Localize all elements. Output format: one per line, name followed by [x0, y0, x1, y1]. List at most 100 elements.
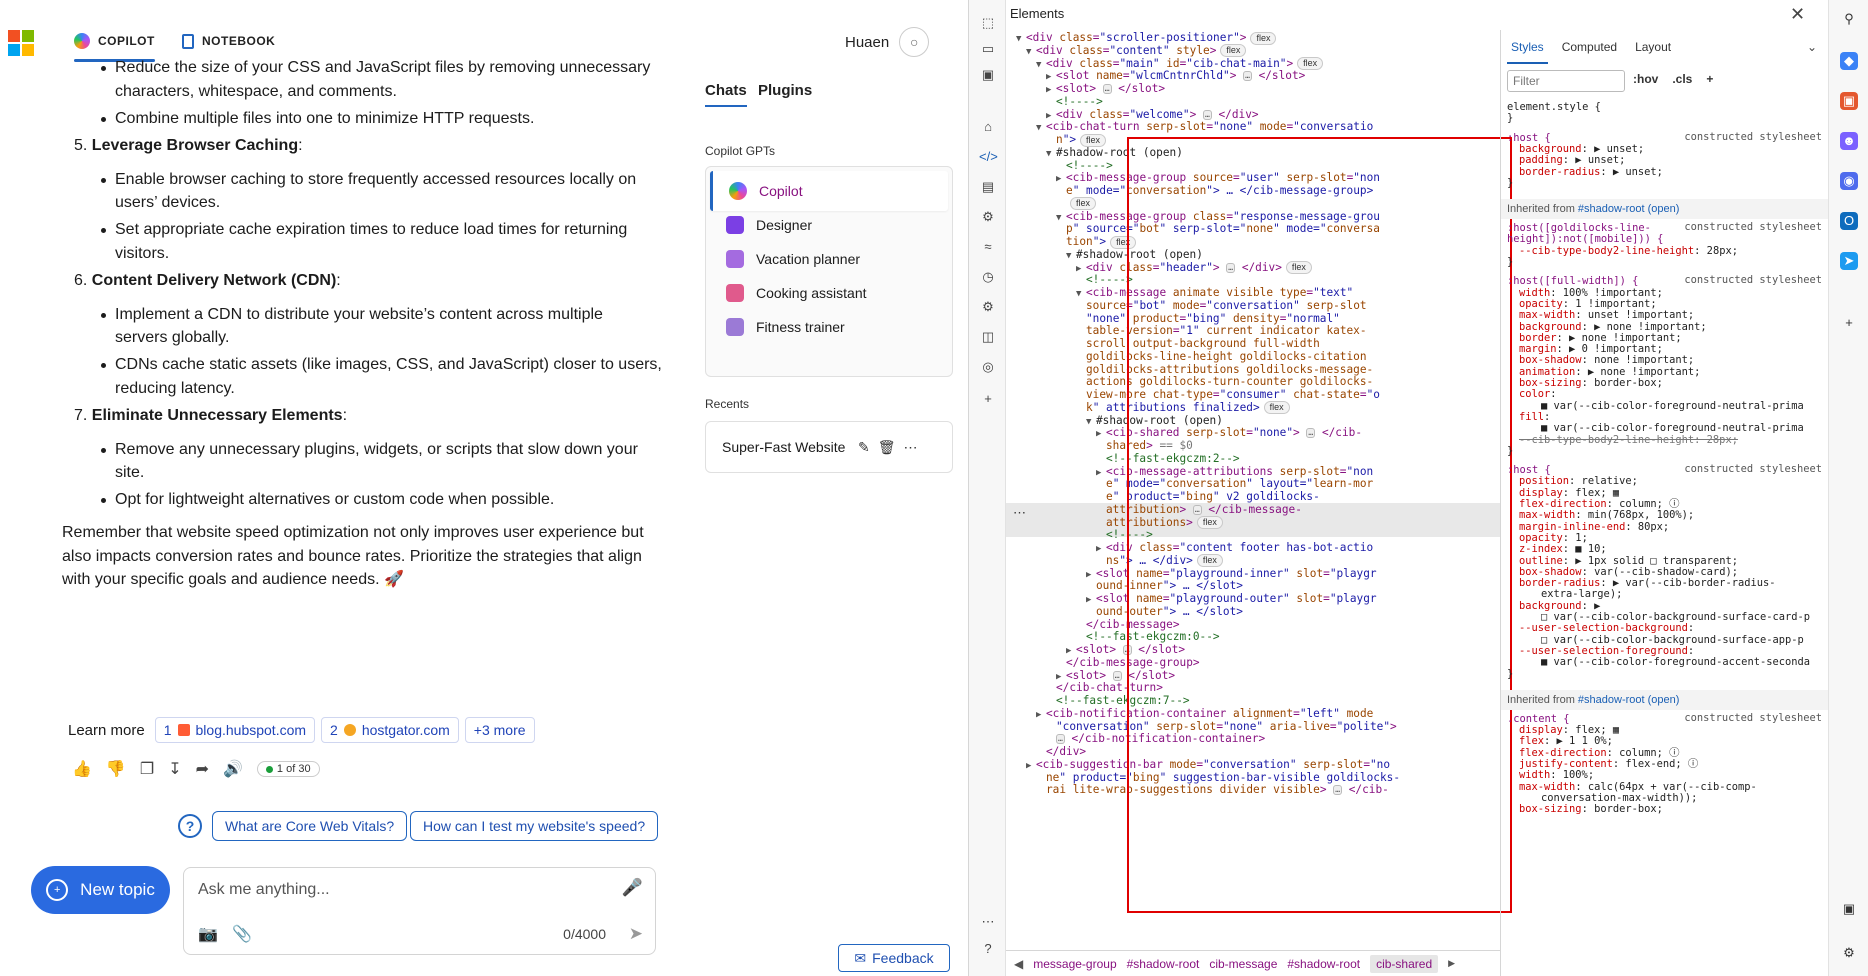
expanded-arrow-icon[interactable]: ▼: [1086, 415, 1096, 430]
more-options-icon[interactable]: ⋯: [904, 439, 918, 456]
expanded-arrow-icon[interactable]: ▼: [1026, 45, 1036, 60]
class-toggle[interactable]: .cls: [1672, 72, 1692, 86]
copy-icon[interactable]: ❐: [140, 759, 154, 779]
debugger-icon[interactable]: ⚙: [979, 208, 997, 226]
stylesheet-source[interactable]: constructed stylesheet: [1684, 221, 1822, 233]
collapsed-arrow-icon[interactable]: ▶: [1036, 708, 1046, 723]
tab-notebook[interactable]: NOTEBOOK: [182, 26, 275, 56]
copilot-sidebar-icon[interactable]: ◆: [1840, 52, 1858, 70]
css-declaration[interactable]: border-radius: ▶ unset;: [1519, 165, 1663, 179]
stylesheet-source[interactable]: constructed stylesheet: [1684, 274, 1822, 286]
breadcrumb-item[interactable]: #shadow-root: [1287, 957, 1360, 971]
device-toolbar-icon[interactable]: ▭: [979, 40, 997, 58]
inherited-node-link[interactable]: #shadow-root (open): [1578, 203, 1680, 215]
breadcrumb-item[interactable]: cib-message: [1209, 957, 1277, 971]
stylesheet-source[interactable]: constructed stylesheet: [1684, 131, 1822, 143]
security-icon[interactable]: ◎: [979, 358, 997, 376]
new-topic-button[interactable]: + New topic: [31, 866, 170, 914]
screenshot-icon[interactable]: ▣: [1840, 900, 1858, 918]
css-declaration[interactable]: --cib-type-body2-line-height: 28px;: [1519, 433, 1738, 447]
list-heading: 5. Leverage Browser Caching:: [68, 132, 303, 160]
chevron-down-icon[interactable]: ⌄: [1807, 40, 1817, 54]
breadcrumb-left-arrow-icon[interactable]: ◀: [1014, 957, 1023, 971]
application-icon[interactable]: ◫: [979, 328, 997, 346]
suggestion-chip-1[interactable]: What are Core Web Vitals?: [212, 811, 408, 841]
tab-layout[interactable]: Layout: [1635, 40, 1671, 54]
thumbs-up-icon[interactable]: 👍: [72, 759, 92, 779]
css-declaration[interactable]: ■ var(--cib-color-foreground-accent-seco…: [1541, 655, 1810, 669]
css-declaration[interactable]: ■ var(--cib-color-foreground-neutral-pri…: [1541, 399, 1804, 413]
flex-badge[interactable]: flex: [1250, 31, 1277, 45]
games-icon[interactable]: ◉: [1840, 172, 1858, 190]
more-tools-icon[interactable]: ⋯: [979, 913, 997, 931]
shopping-icon[interactable]: ▣: [1840, 92, 1858, 110]
tab-copilot[interactable]: COPILOT: [74, 26, 155, 62]
share-icon[interactable]: ➦: [196, 759, 209, 779]
tab-styles[interactable]: Styles: [1507, 40, 1548, 64]
send-icon[interactable]: ➤: [629, 924, 643, 944]
inherited-node-link[interactable]: #shadow-root (open): [1578, 694, 1680, 706]
breadcrumb-right-arrow-icon[interactable]: ▶: [1448, 958, 1455, 969]
user-menu[interactable]: Huaen ○: [845, 27, 930, 57]
expanded-arrow-icon[interactable]: ▼: [1066, 249, 1076, 264]
settings-gear-icon[interactable]: ⚙: [979, 298, 997, 316]
telegram-icon[interactable]: ➤: [1840, 252, 1858, 270]
edit-icon[interactable]: ✎: [858, 439, 870, 456]
sidebar-settings-icon[interactable]: ⚙: [1840, 944, 1858, 962]
more-citations-button[interactable]: +3 more: [464, 717, 535, 743]
css-declaration[interactable]: --cib-type-body2-line-height: 28px;: [1519, 244, 1738, 258]
tools-icon[interactable]: ☻: [1840, 132, 1858, 150]
read-aloud-icon[interactable]: 🔊: [223, 759, 243, 779]
recent-chat-item[interactable]: Super-Fast Website ✎ 🗑 ⋯: [705, 421, 953, 473]
help-icon[interactable]: ?: [979, 940, 997, 958]
chat-input-placeholder[interactable]: Ask me anything...: [198, 881, 330, 899]
gpt-item-fitness-trainer[interactable]: Fitness trainer: [710, 307, 948, 347]
expanded-arrow-icon[interactable]: ▼: [1036, 121, 1046, 136]
attach-icon[interactable]: 📎: [232, 924, 252, 944]
citation-number: 1: [163, 722, 172, 738]
dock-icon[interactable]: ▣: [979, 66, 997, 84]
suggestion-chip-2[interactable]: How can I test my website's speed?: [410, 811, 659, 841]
breadcrumb-item[interactable]: cib-shared: [1370, 954, 1439, 973]
microphone-icon[interactable]: 🎤: [622, 878, 643, 898]
expanded-arrow-icon[interactable]: ▼: [1046, 147, 1056, 162]
network-icon[interactable]: ≈: [979, 238, 997, 256]
search-icon[interactable]: ⚲: [1840, 10, 1858, 28]
gpt-name: Fitness trainer: [756, 319, 845, 335]
node-menu-icon[interactable]: ⋯: [1013, 505, 1026, 521]
download-icon[interactable]: ↧: [168, 759, 181, 779]
chat-input-box[interactable]: Ask me anything... 🎤 📷 📎 0/4000 ➤: [183, 867, 656, 955]
expanded-arrow-icon[interactable]: ▼: [1036, 58, 1046, 73]
tab-computed[interactable]: Computed: [1562, 40, 1617, 54]
thumbs-down-icon[interactable]: 👎: [106, 759, 126, 779]
tab-plugins[interactable]: Plugins: [758, 82, 812, 99]
list-heading-suffix: :: [342, 406, 348, 424]
welcome-home-icon[interactable]: ⌂: [979, 118, 997, 136]
breadcrumb-item[interactable]: #shadow-root: [1127, 957, 1200, 971]
expanded-arrow-icon[interactable]: ▼: [1016, 32, 1026, 47]
image-upload-icon[interactable]: 📷: [198, 924, 218, 944]
outlook-icon[interactable]: O: [1840, 212, 1858, 230]
breadcrumb-item[interactable]: message-group: [1033, 957, 1116, 971]
elements-icon[interactable]: </>: [979, 148, 998, 166]
delete-icon[interactable]: 🗑: [878, 439, 896, 456]
performance-icon[interactable]: ◷: [979, 268, 997, 286]
add-tool-icon[interactable]: +: [979, 390, 997, 408]
collapsed-arrow-icon[interactable]: ▶: [1026, 759, 1036, 774]
stylesheet-source[interactable]: constructed stylesheet: [1684, 463, 1822, 475]
feedback-icon: ✉: [854, 949, 867, 966]
tab-chats[interactable]: Chats: [705, 82, 747, 107]
hover-state-toggle[interactable]: :hov: [1633, 72, 1658, 86]
inspect-icon[interactable]: ⬚: [979, 14, 997, 32]
close-icon[interactable]: ✕: [1790, 4, 1805, 25]
console-icon[interactable]: ▤: [979, 178, 997, 196]
styles-filter-input[interactable]: Filter: [1507, 70, 1625, 92]
feedback-button[interactable]: ✉ Feedback: [838, 944, 950, 972]
css-declaration[interactable]: box-sizing: border-box;: [1519, 802, 1663, 816]
new-rule-button[interactable]: +: [1706, 72, 1713, 86]
citation-1[interactable]: 1 blog.hubspot.com: [154, 717, 316, 743]
citation-2[interactable]: 2 hostgator.com: [321, 717, 459, 743]
stylesheet-source[interactable]: constructed stylesheet: [1684, 712, 1822, 724]
add-app-icon[interactable]: +: [1840, 314, 1858, 332]
microsoft-logo[interactable]: [8, 30, 34, 56]
